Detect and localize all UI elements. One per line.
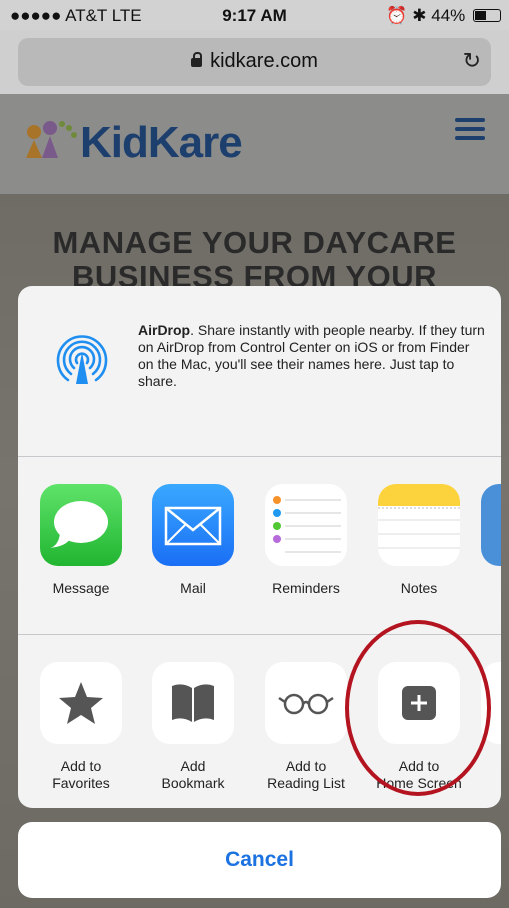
- share-app-mail[interactable]: Mail: [143, 484, 243, 597]
- share-app-partial[interactable]: [481, 484, 501, 566]
- action-label-line2: Favorites: [52, 775, 110, 791]
- menu-icon[interactable]: [455, 118, 485, 145]
- kidkare-mark-icon: [26, 121, 77, 158]
- share-app-notes[interactable]: Notes: [369, 484, 469, 597]
- airdrop-icon: [56, 335, 108, 384]
- browser-toolbar: kidkare.com ↻: [0, 30, 509, 94]
- url-field[interactable]: kidkare.com: [18, 50, 491, 73]
- share-app-message[interactable]: Message: [31, 484, 131, 597]
- share-app-label: Reminders: [272, 580, 340, 596]
- share-app-label: Notes: [400, 580, 438, 596]
- airdrop-section: AirDrop. Share instantly with people nea…: [18, 286, 501, 456]
- partial-app-icon: [481, 484, 501, 566]
- action-label-line1: Add to: [60, 758, 102, 774]
- hero-heading: MANAGE YOUR DAYCARE BUSINESS FROM YOUR: [0, 226, 509, 294]
- action-label-line1: Add to: [285, 758, 327, 774]
- glasses-icon: [265, 662, 347, 744]
- action-label-line2: Bookmark: [161, 775, 225, 791]
- add-bookmark-button[interactable]: Add Bookmark: [143, 662, 243, 792]
- airdrop-title: AirDrop: [138, 322, 191, 338]
- mail-icon: [152, 484, 234, 566]
- add-to-favorites-button[interactable]: Add to Favorites: [31, 662, 131, 792]
- reload-icon[interactable]: ↻: [463, 48, 481, 74]
- add-to-reading-list-button[interactable]: Add to Reading List: [256, 662, 356, 792]
- lock-icon: [191, 52, 203, 67]
- battery-percent: 44%: [431, 6, 466, 25]
- book-icon: [152, 662, 234, 744]
- status-right: ⏰ ✱ 44%: [386, 6, 501, 26]
- highlight-circle: [345, 620, 491, 796]
- message-icon: [40, 484, 122, 566]
- share-app-label: Message: [52, 580, 110, 596]
- share-apps-row: Message Mail Reminders Notes: [18, 484, 501, 624]
- divider: [18, 456, 501, 457]
- action-label-line1: Add: [180, 758, 206, 774]
- status-bar: ●●●●● AT&T LTE 9:17 AM ⏰ ✱ 44%: [0, 0, 509, 30]
- airdrop-body: . Share instantly with people nearby. If…: [138, 322, 485, 389]
- share-app-reminders[interactable]: Reminders: [256, 484, 356, 597]
- hero-line-1: MANAGE YOUR DAYCARE: [52, 225, 457, 260]
- share-app-label: Mail: [180, 580, 206, 596]
- airdrop-description: AirDrop. Share instantly with people nea…: [138, 322, 488, 390]
- alarm-icon: ⏰: [386, 6, 408, 25]
- cancel-label: Cancel: [225, 848, 294, 871]
- address-bar[interactable]: kidkare.com ↻: [18, 38, 491, 86]
- star-icon: [40, 662, 122, 744]
- notes-icon: [378, 484, 460, 566]
- logo-wordmark: KidKare: [80, 118, 243, 167]
- bluetooth-icon: ✱: [412, 6, 427, 25]
- action-label-line2: Reading List: [267, 775, 345, 791]
- reminders-icon: [265, 484, 347, 566]
- cancel-button[interactable]: Cancel: [18, 822, 501, 898]
- battery-icon: [473, 9, 501, 22]
- url-text: kidkare.com: [210, 50, 318, 72]
